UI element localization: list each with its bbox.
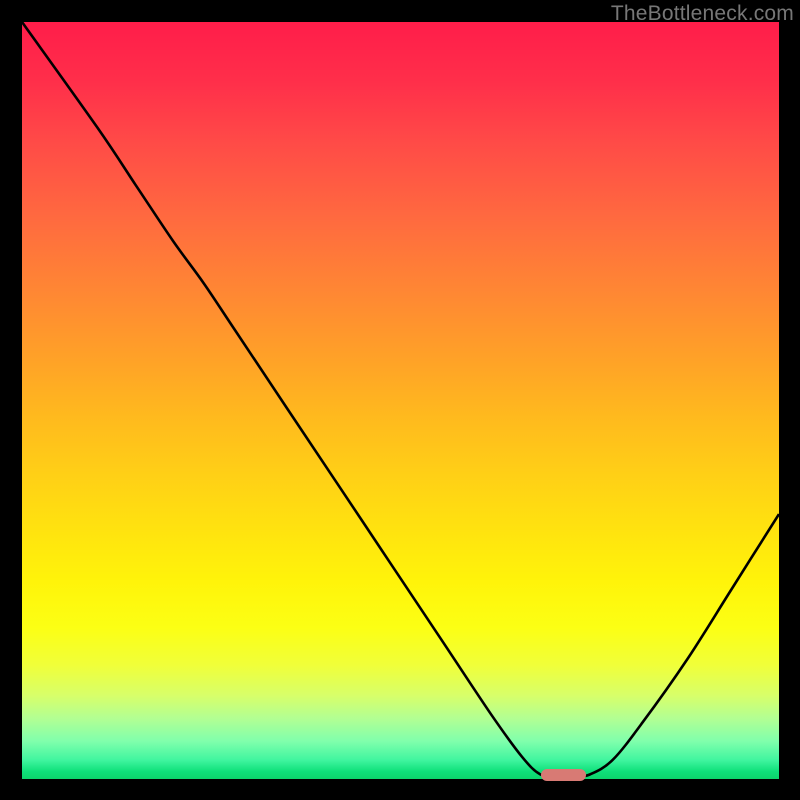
bottleneck-curve bbox=[22, 22, 779, 779]
figure-root: TheBottleneck.com bbox=[0, 0, 800, 800]
plot-area bbox=[22, 22, 779, 779]
bottleneck-curve-path bbox=[22, 22, 779, 777]
optimal-point-marker bbox=[541, 769, 586, 781]
